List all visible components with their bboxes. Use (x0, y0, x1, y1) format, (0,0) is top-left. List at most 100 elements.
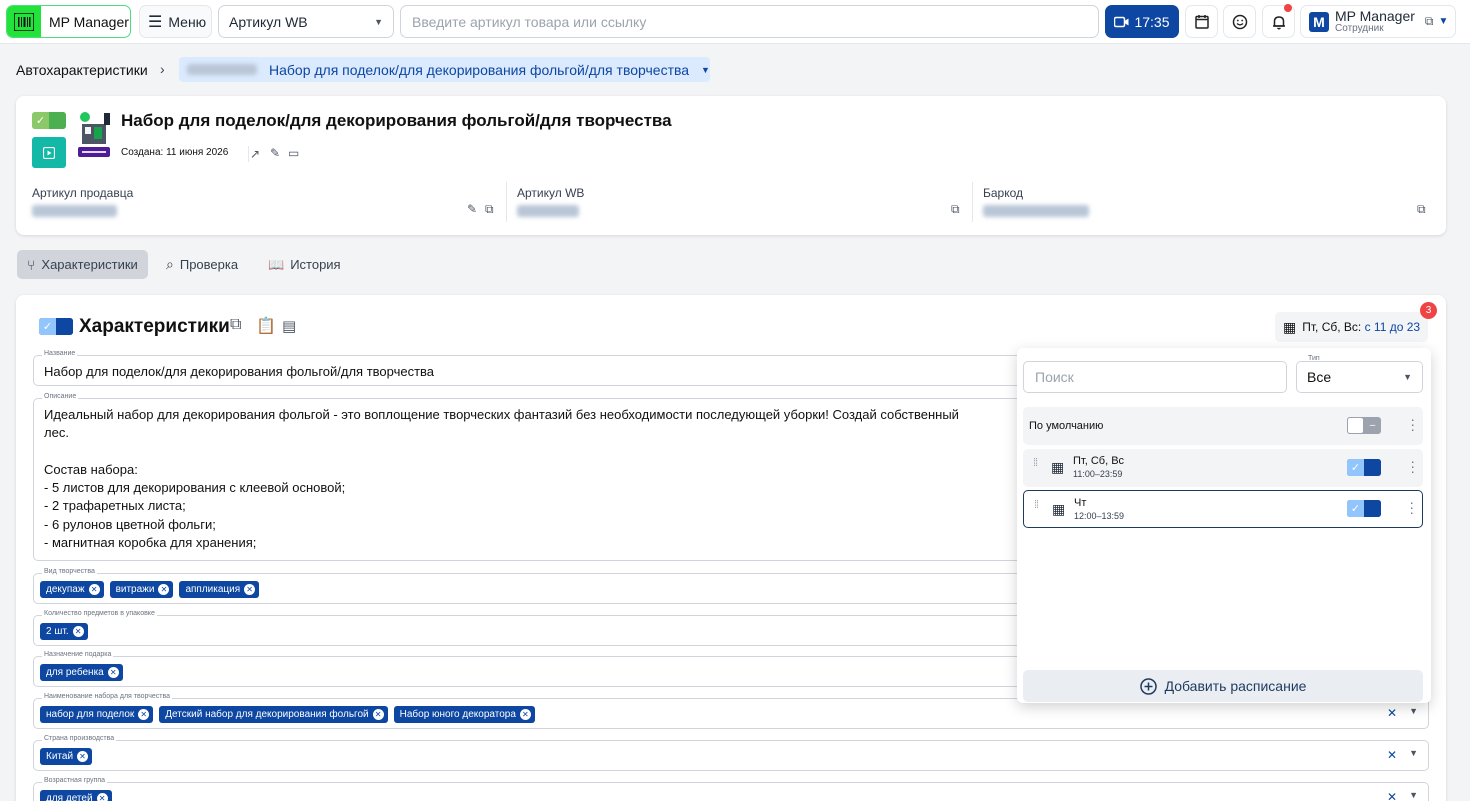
barcode-value (983, 205, 1089, 217)
chip[interactable]: 2 шт. ✕ (40, 623, 88, 640)
tab-check[interactable]: ⌕ Проверка (156, 250, 248, 279)
pencil-icon[interactable]: ✎ (467, 202, 477, 216)
chip[interactable]: набор для поделок ✕ (40, 706, 154, 723)
chip[interactable]: для детей ✕ (40, 790, 112, 801)
clear-icon[interactable]: ✕ (1387, 790, 1397, 801)
caret-down-icon: ▼ (1403, 372, 1412, 382)
chip-label: для ребенка (46, 667, 104, 678)
time-button[interactable]: 17:35 (1105, 5, 1179, 38)
chip[interactable]: витражи ✕ (109, 581, 174, 598)
copy-icon[interactable]: ⧉ (1425, 14, 1434, 29)
clear-icon[interactable]: ✕ (1387, 706, 1397, 720)
chip[interactable]: аппликация ✕ (179, 581, 260, 598)
copy-icon[interactable]: ⧉ (1417, 202, 1426, 217)
user-menu[interactable]: M MP Manager Сотрудник ⧉ ▼ (1300, 5, 1456, 38)
calendar-icon[interactable]: ▤ (282, 317, 296, 335)
chip[interactable]: для ребенка ✕ (40, 664, 123, 681)
schedule-row-selected[interactable]: ⁞⁞ ▦ Чт 12:00–13:59 ✓ · · · (1023, 490, 1423, 528)
book-icon: 📖 (268, 256, 285, 272)
close-icon[interactable]: ✕ (88, 584, 100, 595)
country-field[interactable]: Страна производства Китай ✕ ✕ ▼ (33, 735, 1429, 771)
caret-down-icon[interactable]: ▼ (1409, 790, 1418, 801)
play-video-icon[interactable] (32, 137, 66, 168)
clipboard-icon[interactable]: 📋 (256, 316, 276, 336)
check-icon: ✓ (39, 318, 56, 335)
characteristics-active-toggle[interactable]: ✓ (39, 318, 73, 335)
copy-icon[interactable]: ⧉ (951, 202, 960, 217)
breadcrumb-root[interactable]: Автохарактеристики (16, 62, 148, 78)
calendar-icon[interactable]: ▭ (288, 146, 299, 160)
copy-icon[interactable]: ⧉ (230, 316, 241, 334)
tab-history[interactable]: 📖 История (258, 250, 351, 279)
schedule-search-input[interactable]: Поиск (1023, 361, 1287, 393)
app-logo-button[interactable]: MP Manager (6, 5, 131, 38)
breadcrumb-current[interactable]: Набор для поделок/для декорирования фоль… (179, 57, 710, 82)
clear-icon[interactable]: ✕ (1387, 748, 1397, 762)
close-icon[interactable]: ✕ (77, 751, 89, 762)
tab-characteristics[interactable]: ⑂ Характеристики (17, 250, 148, 279)
chip-label: аппликация (185, 584, 241, 595)
close-icon[interactable]: ✕ (96, 793, 108, 801)
kind-field-label: Вид творчества (42, 568, 97, 575)
caret-down-icon[interactable]: ▼ (1409, 748, 1418, 762)
product-thumbnail[interactable] (76, 109, 112, 161)
drag-handle-icon[interactable]: ⁞⁞ (1034, 500, 1039, 511)
calendar-icon: ▦ (1051, 459, 1065, 475)
check-icon: ✓ (1347, 459, 1364, 476)
notifications-button[interactable] (1262, 4, 1295, 38)
schedule-button[interactable]: ▦ Пт, Сб, Вс: с 11 до 23 (1275, 312, 1428, 342)
chip-label: для детей (46, 793, 93, 801)
product-active-toggle[interactable]: ✓ (32, 112, 66, 129)
add-schedule-label: Добавить расписание (1164, 678, 1307, 694)
close-icon[interactable]: ✕ (72, 626, 84, 637)
more-vertical-icon[interactable]: · · · (1410, 454, 1415, 478)
close-icon[interactable]: ✕ (107, 667, 119, 678)
product-card: ✓ Набор для поделок/для декорирования фо… (16, 96, 1446, 235)
user-name: MP Manager (1335, 8, 1415, 24)
menu-button[interactable]: ☰ Меню (139, 5, 212, 38)
schedule-row[interactable]: ⁞⁞ ▦ Пт, Сб, Вс 11:00–23:59 ✓ · · · (1023, 449, 1423, 487)
tab-characteristics-label: Характеристики (41, 257, 138, 272)
schedule-row-default[interactable]: По умолчанию – · · · (1023, 407, 1423, 445)
chevron-down-icon[interactable]: ▼ (1438, 16, 1448, 27)
article-search-input[interactable]: Введите артикул товара или ссылку (400, 5, 1099, 38)
chip[interactable]: Набор юного декоратора ✕ (393, 706, 535, 723)
close-icon[interactable]: ✕ (372, 709, 384, 720)
caret-down-icon[interactable]: ▼ (1409, 706, 1418, 720)
schedule-row-toggle[interactable]: ✓ (1347, 459, 1381, 476)
close-icon[interactable]: ✕ (158, 584, 170, 595)
chip-label: декупаж (46, 584, 85, 595)
schedule-row-toggle[interactable]: ✓ (1347, 500, 1381, 517)
type-select[interactable]: Все ▼ (1296, 361, 1423, 393)
pencil-icon[interactable]: ✎ (270, 146, 280, 160)
default-toggle[interactable]: – (1347, 417, 1381, 434)
more-vertical-icon[interactable]: · · · (1410, 412, 1415, 436)
fork-icon: ⑂ (27, 256, 36, 273)
video-camera-icon (1114, 16, 1129, 27)
age-field-label: Возрастная группа (42, 777, 108, 784)
close-icon[interactable]: ✕ (244, 584, 256, 595)
bell-icon (1272, 15, 1285, 29)
chip[interactable]: Китай ✕ (40, 748, 93, 765)
copy-icon[interactable]: ⧉ (485, 202, 494, 217)
smiley-button[interactable] (1223, 5, 1256, 38)
chip[interactable]: декупаж ✕ (40, 581, 104, 598)
chip[interactable]: Детский набор для декорирования фольгой ✕ (159, 706, 388, 723)
add-schedule-button[interactable]: Добавить расписание (1023, 670, 1423, 702)
external-link-icon[interactable]: ↗ (250, 147, 260, 161)
name-field-label: Название (42, 350, 78, 357)
user-role: Сотрудник (1335, 23, 1384, 34)
schedule-count-badge: 3 (1420, 302, 1437, 319)
search-type-value: Артикул WB (229, 13, 308, 30)
close-icon[interactable]: ✕ (519, 709, 531, 720)
close-icon[interactable]: ✕ (138, 709, 150, 720)
more-vertical-icon[interactable]: · · · (1409, 495, 1414, 519)
product-created-date: Создана: 11 июня 2026 (121, 147, 229, 158)
search-type-select[interactable]: Артикул WB ▼ (218, 5, 394, 38)
age-field[interactable]: Возрастная группа для детей ✕ ✕ ▼ (33, 777, 1429, 801)
schedule-row-days: Чт (1074, 497, 1087, 509)
divider (972, 182, 973, 222)
drag-handle-icon[interactable]: ⁞⁞ (1033, 458, 1038, 469)
calendar-button[interactable] (1185, 5, 1218, 38)
schedule-days: Пт, Сб, Вс: (1302, 320, 1365, 334)
